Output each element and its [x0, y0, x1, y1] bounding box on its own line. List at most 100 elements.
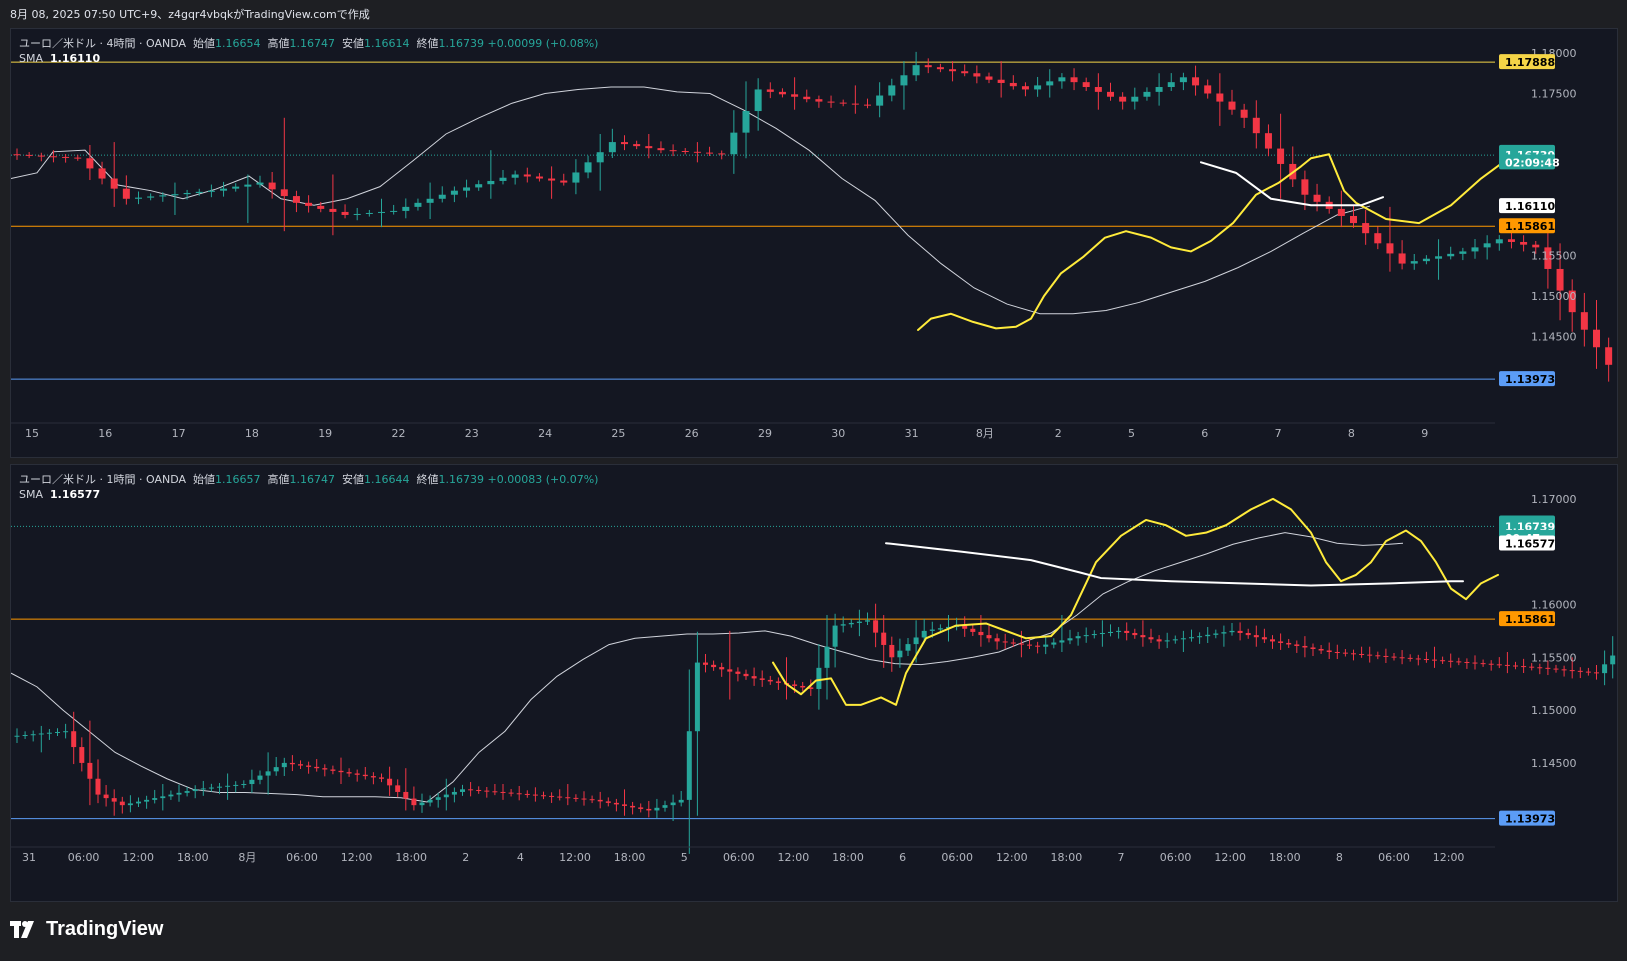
close-value: 1.16739 — [438, 473, 485, 486]
candle-body — [233, 784, 239, 786]
candle-body — [848, 622, 854, 625]
candle-body — [1407, 657, 1413, 659]
candle-down — [1399, 650, 1405, 665]
y-tick-label: 1.14500 — [1531, 757, 1577, 770]
candle-down — [557, 789, 563, 801]
candle-up — [1221, 625, 1227, 647]
candle-body — [1337, 208, 1345, 216]
candle-body — [929, 629, 935, 631]
x-tick-label: 12:00 — [341, 851, 373, 864]
candle-up — [1610, 636, 1616, 679]
candle-up — [572, 159, 580, 195]
candle-body — [718, 153, 726, 155]
candle-body — [994, 638, 1000, 642]
y-tick-label: 1.14500 — [1531, 330, 1577, 343]
candle-body — [1131, 96, 1139, 102]
candle-up — [754, 78, 762, 131]
candle-up — [1083, 627, 1089, 643]
candle-body — [694, 662, 700, 732]
candle-down — [79, 737, 85, 772]
candle-down — [1407, 654, 1413, 662]
x-tick-label: 6 — [1201, 427, 1208, 440]
candle-up — [30, 730, 36, 742]
candle-down — [646, 800, 652, 818]
candle-down — [657, 141, 665, 154]
x-tick-label: 19 — [318, 427, 332, 440]
candle-body — [678, 799, 684, 803]
candle-down — [1520, 235, 1528, 252]
candle-body — [71, 731, 77, 748]
sma-value: 1.16110 — [50, 52, 101, 65]
candle-up — [1116, 627, 1122, 639]
candle-body — [1277, 148, 1285, 164]
candle-body — [1410, 261, 1418, 264]
sma-legend[interactable]: SMA 1.16577 — [19, 488, 100, 501]
candle-down — [1464, 658, 1470, 669]
candle-body — [646, 808, 652, 811]
candle-down — [1488, 660, 1494, 671]
candle-down — [621, 135, 628, 151]
candle-body — [438, 194, 446, 199]
candle-up — [1459, 247, 1467, 261]
price-label: 1.15861 — [1505, 220, 1555, 233]
x-tick-label: 18 — [245, 427, 259, 440]
candle-body — [1471, 247, 1479, 252]
candle-down — [1440, 656, 1446, 664]
candle-down — [630, 801, 636, 815]
candle-down — [1278, 633, 1284, 650]
candle-down — [1310, 643, 1316, 656]
candle-body — [759, 678, 765, 680]
candle-body — [330, 769, 336, 771]
candle-body — [1594, 672, 1599, 674]
y-tick-label: 1.15000 — [1531, 290, 1577, 303]
candle-up — [876, 82, 884, 118]
candle-body — [889, 644, 895, 658]
candle-up — [1179, 72, 1187, 91]
chart-panel-1h[interactable]: 1.14500 1.15000 1.15500 1.16000 1.17000 1.158… — [10, 464, 1618, 902]
candle-body — [803, 96, 811, 100]
price-label: 1.17888 — [1505, 56, 1555, 69]
x-tick-label: 12:00 — [1214, 851, 1246, 864]
candle-body — [127, 803, 133, 806]
candle-up — [686, 669, 692, 854]
candle-body — [1310, 647, 1316, 649]
x-tick-label: 12:00 — [559, 851, 591, 864]
candle-body — [192, 789, 198, 792]
candle-up — [1495, 235, 1503, 251]
candle-up — [832, 613, 838, 668]
symbol-title: ユーロ／米ドル · 1時間 · OANDA — [19, 473, 186, 486]
candle-up — [1229, 623, 1235, 636]
candle-up — [511, 170, 519, 185]
y-tick-label: 1.15500 — [1531, 249, 1577, 262]
candle-up — [378, 198, 385, 228]
candle-down — [1148, 628, 1154, 644]
x-tick-label: 23 — [465, 427, 479, 440]
candle-body — [839, 102, 847, 104]
candle-body — [79, 747, 85, 763]
candle-up — [14, 728, 20, 743]
candle-body — [1228, 101, 1236, 110]
candle-down — [1383, 648, 1389, 663]
x-tick-label: 06:00 — [68, 851, 100, 864]
candle-body — [873, 620, 879, 633]
candlestick-chart-1h[interactable]: 1.14500 1.15000 1.15500 1.16000 1.17000 1.158… — [11, 465, 1617, 901]
candlestick-chart-4h[interactable]: 1.145001.150001.155001.175001.180001.178… — [11, 29, 1617, 457]
candle-body — [451, 791, 457, 795]
candle-down — [1156, 635, 1162, 649]
candle-up — [414, 198, 422, 211]
candle-body — [419, 802, 425, 806]
candle-down — [1107, 82, 1114, 101]
candle-body — [1067, 638, 1073, 641]
candle-body — [1216, 93, 1224, 102]
candle-down — [719, 662, 725, 677]
candle-body — [597, 799, 603, 802]
sma-legend[interactable]: SMA 1.16110 — [19, 52, 100, 65]
candle-body — [225, 785, 231, 787]
chart-panel-4h[interactable]: 1.14500 1.15000 1.15500 1.17500 1.18000 1.178… — [10, 28, 1618, 458]
candle-down — [633, 140, 641, 150]
candle-down — [751, 667, 757, 686]
candle-down — [1350, 205, 1357, 228]
tradingview-logo[interactable]: TradingView — [10, 918, 163, 941]
candle-body — [961, 71, 969, 74]
candle-down — [1002, 633, 1008, 650]
